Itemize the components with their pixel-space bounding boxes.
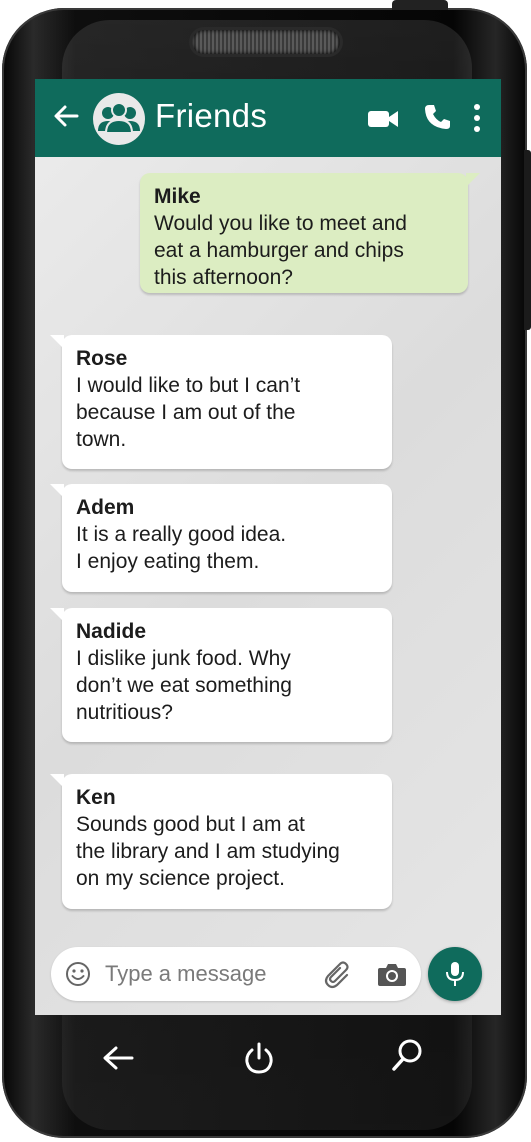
phone-call-icon[interactable] bbox=[423, 103, 451, 131]
message-bubble-outgoing: Mike Would you like to meet and eat a ha… bbox=[140, 173, 480, 293]
message-composer bbox=[51, 947, 421, 1001]
message-bubble-incoming: Ken Sounds good but I am at the library … bbox=[50, 774, 392, 909]
chat-screen: Friends Mike Would you like to meet and … bbox=[35, 79, 501, 1015]
message-bubble-incoming: Adem It is a really good idea. I enjoy e… bbox=[50, 484, 392, 592]
back-arrow-icon[interactable] bbox=[51, 101, 81, 131]
message-sender: Nadide bbox=[76, 620, 147, 643]
phone-top-button bbox=[392, 0, 448, 10]
message-bubble-incoming: Rose I would like to but I can’t because… bbox=[50, 335, 392, 469]
message-text: I dislike junk food. Why don’t we eat so… bbox=[76, 647, 292, 724]
message-text: Would you like to meet and eat a hamburg… bbox=[154, 212, 407, 289]
chat-title[interactable]: Friends bbox=[155, 97, 267, 135]
message-text: Sounds good but I am at the library and … bbox=[76, 813, 340, 890]
group-avatar-icon bbox=[98, 102, 140, 134]
message-sender: Rose bbox=[76, 347, 128, 370]
back-icon[interactable] bbox=[100, 1040, 136, 1076]
microphone-icon bbox=[446, 962, 464, 986]
message-input[interactable] bbox=[105, 957, 305, 991]
phone-speaker bbox=[192, 30, 340, 54]
video-call-icon[interactable] bbox=[367, 107, 399, 131]
group-avatar[interactable] bbox=[93, 93, 145, 145]
microphone-button[interactable] bbox=[428, 947, 482, 1001]
power-icon[interactable] bbox=[242, 1038, 276, 1076]
more-options-icon[interactable] bbox=[471, 103, 483, 133]
message-sender: Mike bbox=[154, 185, 201, 208]
message-text: It is a really good idea. I enjoy eating… bbox=[76, 523, 287, 573]
message-sender: Adem bbox=[76, 496, 135, 519]
attachment-icon[interactable] bbox=[323, 959, 353, 989]
camera-icon[interactable] bbox=[377, 961, 407, 987]
message-bubble-incoming: Nadide I dislike junk food. Why don’t we… bbox=[50, 608, 392, 742]
emoji-icon[interactable] bbox=[65, 961, 91, 987]
phone-side-button bbox=[524, 150, 531, 330]
message-sender: Ken bbox=[76, 786, 116, 809]
chat-header: Friends bbox=[35, 79, 501, 157]
search-icon[interactable] bbox=[390, 1036, 426, 1074]
message-text: I would like to but I can’t because I am… bbox=[76, 374, 301, 451]
